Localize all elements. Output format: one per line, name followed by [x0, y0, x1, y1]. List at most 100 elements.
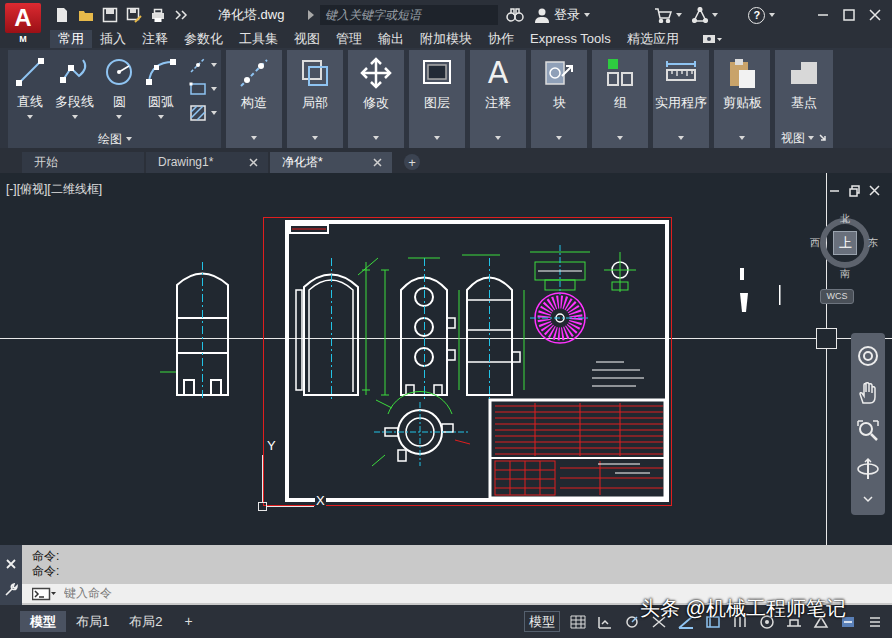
dropdown-caret-icon[interactable] [495, 136, 501, 140]
close-tab-slot[interactable] [249, 158, 258, 167]
dropdown-caret-icon[interactable] [373, 136, 379, 140]
west-label[interactable]: 西 [809, 237, 821, 249]
customize-arrow-icon[interactable] [862, 494, 874, 504]
modify-icon[interactable] [359, 56, 393, 90]
local-icon[interactable] [298, 56, 332, 90]
arc-tool-icon[interactable] [145, 56, 177, 88]
steering-wheel-icon[interactable] [856, 344, 880, 368]
network-caret-icon[interactable] [712, 13, 718, 17]
grid-icon[interactable] [569, 614, 587, 630]
ribbon-tab[interactable]: 工具集 [231, 30, 286, 48]
close-command-icon[interactable] [5, 558, 17, 570]
small-tool-button[interactable] [189, 56, 217, 74]
drawing-canvas[interactable]: [-][俯视][二维线框] 北 西 东 南 上 WCS Y X [0, 173, 892, 545]
viewport-label[interactable]: [-][俯视][二维线框] [6, 182, 102, 196]
dropdown-caret-icon[interactable] [556, 136, 562, 140]
file-tab-label[interactable]: 净化塔* [282, 155, 323, 169]
help-caret-icon[interactable] [769, 13, 775, 17]
panel-label[interactable]: 剪贴板 [723, 95, 762, 111]
layer-icon[interactable] [420, 56, 454, 90]
dropdown-caret-icon[interactable] [72, 115, 78, 119]
cart-icon[interactable] [654, 7, 672, 23]
local-panel[interactable]: 局部 [287, 50, 343, 148]
layer-panel[interactable]: 图层 [409, 50, 465, 148]
ribbon-tab[interactable]: 参数化 [176, 30, 231, 48]
group-panel[interactable]: 组 [592, 50, 648, 148]
ribbon-tab[interactable]: 附加模块 [412, 30, 480, 48]
ribbon-tab[interactable]: 输出 [370, 30, 412, 48]
construct-icon[interactable] [237, 56, 271, 90]
panel-label[interactable]: 修改 [363, 95, 389, 111]
close-tab-icon[interactable] [249, 158, 258, 167]
arc-button[interactable]: 圆弧 [141, 54, 181, 121]
panel-toggle-icon[interactable] [701, 30, 723, 48]
command-prompt-icon[interactable] [32, 587, 56, 601]
base-point-icon[interactable] [787, 56, 821, 90]
construct-panel[interactable]: 构造 [226, 50, 282, 148]
customize-icon[interactable] [866, 614, 884, 630]
draw-button-label[interactable]: 直线 [17, 94, 43, 110]
network-icon[interactable] [692, 7, 708, 23]
layout-tab[interactable]: 布局2 [119, 611, 172, 633]
panel-label[interactable]: 块 [553, 95, 566, 111]
ribbon-tab[interactable]: 协作 [480, 30, 522, 48]
new-layout-button[interactable]: + [184, 613, 192, 630]
login-button[interactable]: 登录 [554, 7, 580, 23]
panel-label[interactable]: 组 [614, 95, 627, 111]
binoculars-icon[interactable] [506, 7, 524, 23]
circle-button[interactable]: 圆 [99, 54, 139, 121]
south-label[interactable]: 南 [839, 268, 851, 280]
group-icon[interactable] [603, 56, 637, 90]
annotation-letter-icon[interactable]: A [488, 56, 509, 90]
login-caret-icon[interactable] [584, 13, 590, 17]
file-tab-label[interactable]: Drawing1* [158, 155, 213, 169]
file-tab-label[interactable]: 开始 [34, 155, 58, 169]
north-label[interactable]: 北 [839, 213, 851, 225]
small-tool-button[interactable] [189, 104, 217, 122]
dropdown-caret-icon[interactable] [678, 136, 684, 140]
dropdown-caret-icon[interactable] [434, 136, 440, 140]
plot-printer-icon[interactable] [150, 7, 166, 23]
save-disk-icon[interactable] [102, 7, 118, 23]
modify-panel[interactable]: 修改 [348, 50, 404, 148]
draw-panel-caret-icon[interactable] [126, 137, 132, 141]
close-icon[interactable] [868, 8, 882, 22]
dropdown-caret-icon[interactable] [251, 136, 257, 140]
expand-arrow-icon[interactable] [306, 7, 316, 23]
top-face[interactable]: 上 [833, 231, 857, 255]
clipboard-icon[interactable] [725, 56, 759, 90]
dropdown-caret-icon[interactable] [211, 111, 217, 115]
small-tool-button[interactable] [189, 80, 217, 98]
ribbon-tab[interactable]: 常用 [50, 30, 92, 48]
draw-panel-footer[interactable]: 绘图 [8, 130, 221, 148]
ribbon-tab[interactable]: 插入 [92, 30, 134, 48]
viewport-controls-icon[interactable] [828, 184, 884, 198]
dropdown-caret-icon[interactable] [27, 115, 33, 119]
polar-icon[interactable] [623, 614, 641, 630]
cart-caret-icon[interactable] [676, 13, 682, 17]
polyline-tool-icon[interactable] [59, 56, 91, 88]
view-panel-title[interactable]: 视图 [781, 131, 805, 145]
search-input[interactable] [325, 8, 493, 22]
panel-label[interactable]: 注释 [485, 95, 511, 111]
zoom-extents-icon[interactable] [856, 419, 880, 443]
minimize-icon[interactable] [816, 8, 830, 22]
annotate-panel[interactable]: A 注释 [470, 50, 526, 148]
orbit-icon[interactable] [856, 457, 880, 481]
rectangle-icon[interactable] [189, 80, 207, 98]
draw-button-label[interactable]: 圆弧 [148, 94, 174, 110]
open-folder-icon[interactable] [78, 7, 94, 23]
layout-tab[interactable]: 模型 [20, 611, 66, 633]
base-point-label[interactable]: 基点 [791, 95, 817, 111]
file-tab[interactable]: 开始 [22, 152, 144, 173]
viewcube[interactable]: 北 西 东 南 上 WCS [808, 213, 888, 313]
draw-button-label[interactable]: 圆 [113, 94, 126, 110]
circle-tool-icon[interactable] [103, 56, 135, 88]
dropdown-caret-icon[interactable] [617, 136, 623, 140]
dropdown-caret-icon[interactable] [211, 87, 217, 91]
ribbon-tab[interactable]: 精选应用 [619, 30, 687, 48]
panel-launcher-icon[interactable] [818, 133, 827, 142]
dropdown-caret-icon[interactable] [116, 115, 122, 119]
utilities-icon[interactable] [664, 56, 698, 90]
new-file-icon[interactable] [54, 7, 70, 23]
